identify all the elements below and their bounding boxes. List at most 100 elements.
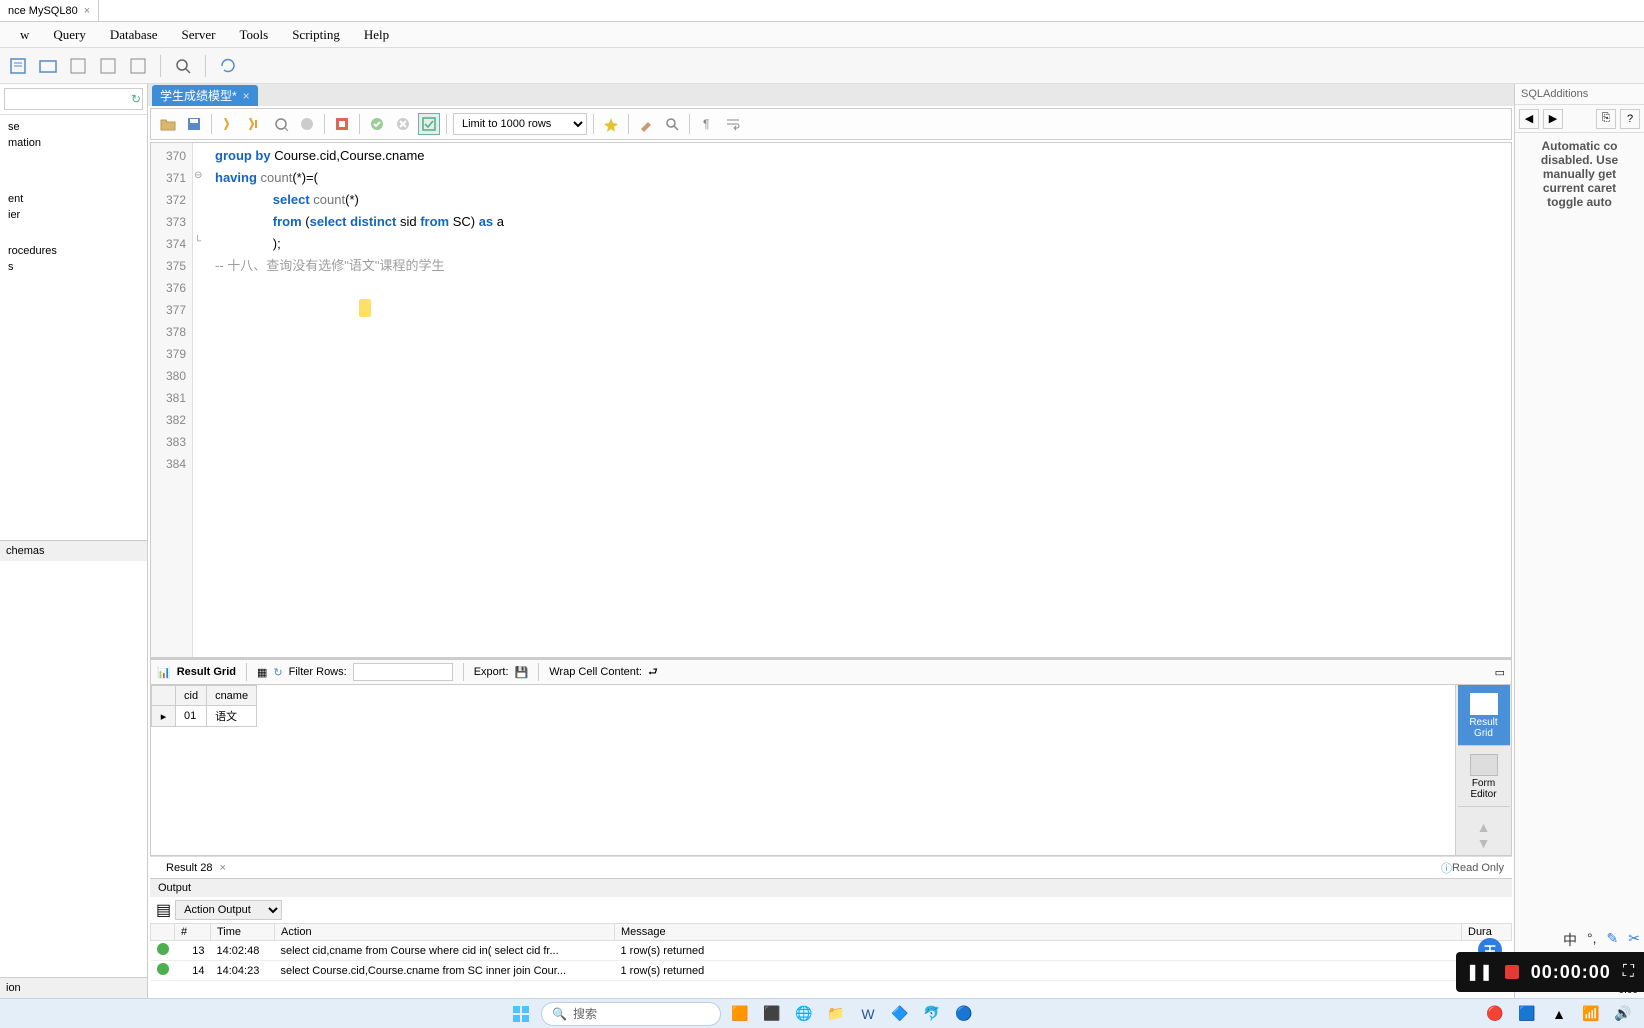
export-label: Export: <box>474 666 509 678</box>
taskbar-chrome-icon[interactable]: 🌐 <box>791 1001 817 1027</box>
ime-punct-icon[interactable]: °, <box>1587 930 1597 950</box>
pause-icon[interactable]: ❚❚ <box>1466 962 1493 982</box>
taskbar-search[interactable]: 🔍 搜索 <box>541 1002 721 1026</box>
nav-down-icon[interactable]: ▼ <box>1477 835 1491 855</box>
schemas-tab[interactable]: chemas <box>0 540 147 561</box>
menu-scripting[interactable]: Scripting <box>280 27 352 43</box>
execute-icon[interactable] <box>218 113 240 135</box>
open-file-icon[interactable] <box>157 113 179 135</box>
close-icon[interactable]: × <box>84 5 90 17</box>
result-tab[interactable]: Result 28 × <box>158 860 234 876</box>
execute-current-icon[interactable] <box>244 113 266 135</box>
menu-query[interactable]: Query <box>41 27 98 43</box>
result-grid[interactable]: cid cname ▸ 01 语文 <box>151 685 1455 855</box>
close-icon[interactable]: × <box>243 89 250 103</box>
grid-view-icon[interactable]: ▦ <box>257 666 267 679</box>
stop-icon[interactable] <box>296 113 318 135</box>
nav-up-icon[interactable]: ▲ <box>1477 819 1491 835</box>
result-grid-label: Result Grid <box>177 666 236 678</box>
tree-node[interactable]: ier <box>4 207 143 223</box>
brush-icon[interactable] <box>635 113 657 135</box>
tool-icon-4[interactable] <box>96 54 120 78</box>
autocommit-icon[interactable] <box>418 113 440 135</box>
wrap-cell-icon[interactable]: ⮐ <box>648 663 658 682</box>
tray-icon[interactable]: ▲ <box>1546 1001 1572 1027</box>
new-sql-icon[interactable] <box>6 54 30 78</box>
menu-help[interactable]: Help <box>352 27 401 43</box>
filter-rows-input[interactable] <box>353 663 453 681</box>
connection-tab[interactable]: nce MySQL80 × <box>0 0 99 21</box>
ime-lang-icon[interactable]: 中 <box>1563 930 1577 950</box>
explain-icon[interactable] <box>270 113 292 135</box>
connection-tab-label: nce MySQL80 <box>8 5 78 17</box>
wrap-icon[interactable] <box>722 113 744 135</box>
open-sql-icon[interactable] <box>36 54 60 78</box>
output-type-select[interactable]: Action Output <box>175 900 282 920</box>
column-header[interactable]: cid <box>176 686 207 706</box>
taskbar-word-icon[interactable]: W <box>855 1001 881 1027</box>
jump-icon[interactable]: ⎘ <box>1596 109 1616 129</box>
schema-filter-input[interactable] <box>4 88 143 110</box>
taskbar-app-6[interactable]: 🔷 <box>887 1001 913 1027</box>
ime-toolbar[interactable]: 中 °, ✎ ✂ <box>1559 928 1644 952</box>
code-editor[interactable]: 3703713723733743753763773783793803813823… <box>150 142 1512 658</box>
table-row[interactable]: ▸ 01 语文 <box>152 706 257 727</box>
taskbar-explorer-icon[interactable]: 📁 <box>823 1001 849 1027</box>
prev-icon[interactable]: ◀ <box>1519 109 1539 129</box>
start-icon[interactable] <box>507 1003 535 1025</box>
result-grid-tab[interactable]: Result Grid <box>1458 685 1510 746</box>
code-area[interactable]: group by Course.cid,Course.cnamehaving c… <box>207 143 1511 657</box>
tree-node[interactable]: rocedures <box>4 243 143 259</box>
beautify-icon[interactable] <box>600 113 622 135</box>
taskbar-app-7[interactable]: 🐬 <box>919 1001 945 1027</box>
refresh-icon[interactable]: ↻ <box>131 92 141 106</box>
tray-wifi-icon[interactable]: 📶 <box>1578 1001 1604 1027</box>
next-icon[interactable]: ▶ <box>1543 109 1563 129</box>
menu-database[interactable]: Database <box>98 27 170 43</box>
find-icon[interactable] <box>661 113 683 135</box>
expand-icon[interactable]: ⛶ <box>1623 963 1634 981</box>
invisible-chars-icon[interactable]: ¶ <box>696 113 718 135</box>
output-row[interactable]: 13 14:02:48 select cid,cname from Course… <box>151 941 1512 961</box>
cell[interactable]: 01 <box>176 706 207 727</box>
form-editor-tab[interactable]: Form Editor <box>1458 746 1510 807</box>
tree-node[interactable]: ent <box>4 191 143 207</box>
tool-icon-5[interactable] <box>126 54 150 78</box>
taskbar-app-2[interactable]: ⬛ <box>759 1001 785 1027</box>
reconnect-icon[interactable] <box>216 54 240 78</box>
menu-server[interactable]: Server <box>170 27 228 43</box>
tree-node[interactable]: mation <box>4 135 143 151</box>
ime-edit-icon[interactable]: ✎ <box>1607 930 1619 950</box>
pin-icon[interactable]: ▭ <box>1495 666 1505 679</box>
schema-tree[interactable]: se mation ent ier rocedures s <box>0 115 147 540</box>
taskbar-app-8[interactable]: 🔵 <box>951 1001 977 1027</box>
tree-node[interactable]: s <box>4 259 143 275</box>
close-icon[interactable]: × <box>220 862 226 874</box>
tool-icon-3[interactable] <box>66 54 90 78</box>
help-icon[interactable]: ? <box>1620 109 1640 129</box>
rollback-icon[interactable] <box>392 113 414 135</box>
stop-icon[interactable] <box>1505 965 1519 979</box>
tray-volume-icon[interactable]: 🔊 <box>1610 1001 1636 1027</box>
cell[interactable]: 语文 <box>207 706 257 727</box>
tray-icon[interactable]: 🔴 <box>1482 1001 1508 1027</box>
refresh-icon[interactable]: ↻ <box>273 666 282 679</box>
tray-icon[interactable]: 🟦 <box>1514 1001 1540 1027</box>
taskbar-app-1[interactable]: 🟧 <box>727 1001 753 1027</box>
search-icon[interactable] <box>171 54 195 78</box>
output-list-icon[interactable]: ▤ <box>156 900 171 920</box>
save-icon[interactable] <box>183 113 205 135</box>
limit-rows-select[interactable]: Limit to 1000 rows <box>453 113 587 135</box>
info-tab[interactable]: ion <box>0 977 147 998</box>
output-row[interactable]: 14 14:04:23 select Course.cid,Course.cna… <box>151 961 1512 981</box>
export-icon[interactable]: 💾 <box>515 666 529 679</box>
menu-tools[interactable]: Tools <box>227 27 280 43</box>
tree-node[interactable]: se <box>4 119 143 135</box>
ime-scissors-icon[interactable]: ✂ <box>1628 930 1640 950</box>
commit-icon[interactable] <box>366 113 388 135</box>
screen-recorder-bar[interactable]: ❚❚ 00:00:00 ⛶ <box>1456 952 1644 992</box>
editor-tab-active[interactable]: 学生成绩模型* × <box>152 85 258 106</box>
dont-limit-icon[interactable] <box>331 113 353 135</box>
column-header[interactable]: cname <box>207 686 257 706</box>
menu-view[interactable]: w <box>8 27 41 43</box>
